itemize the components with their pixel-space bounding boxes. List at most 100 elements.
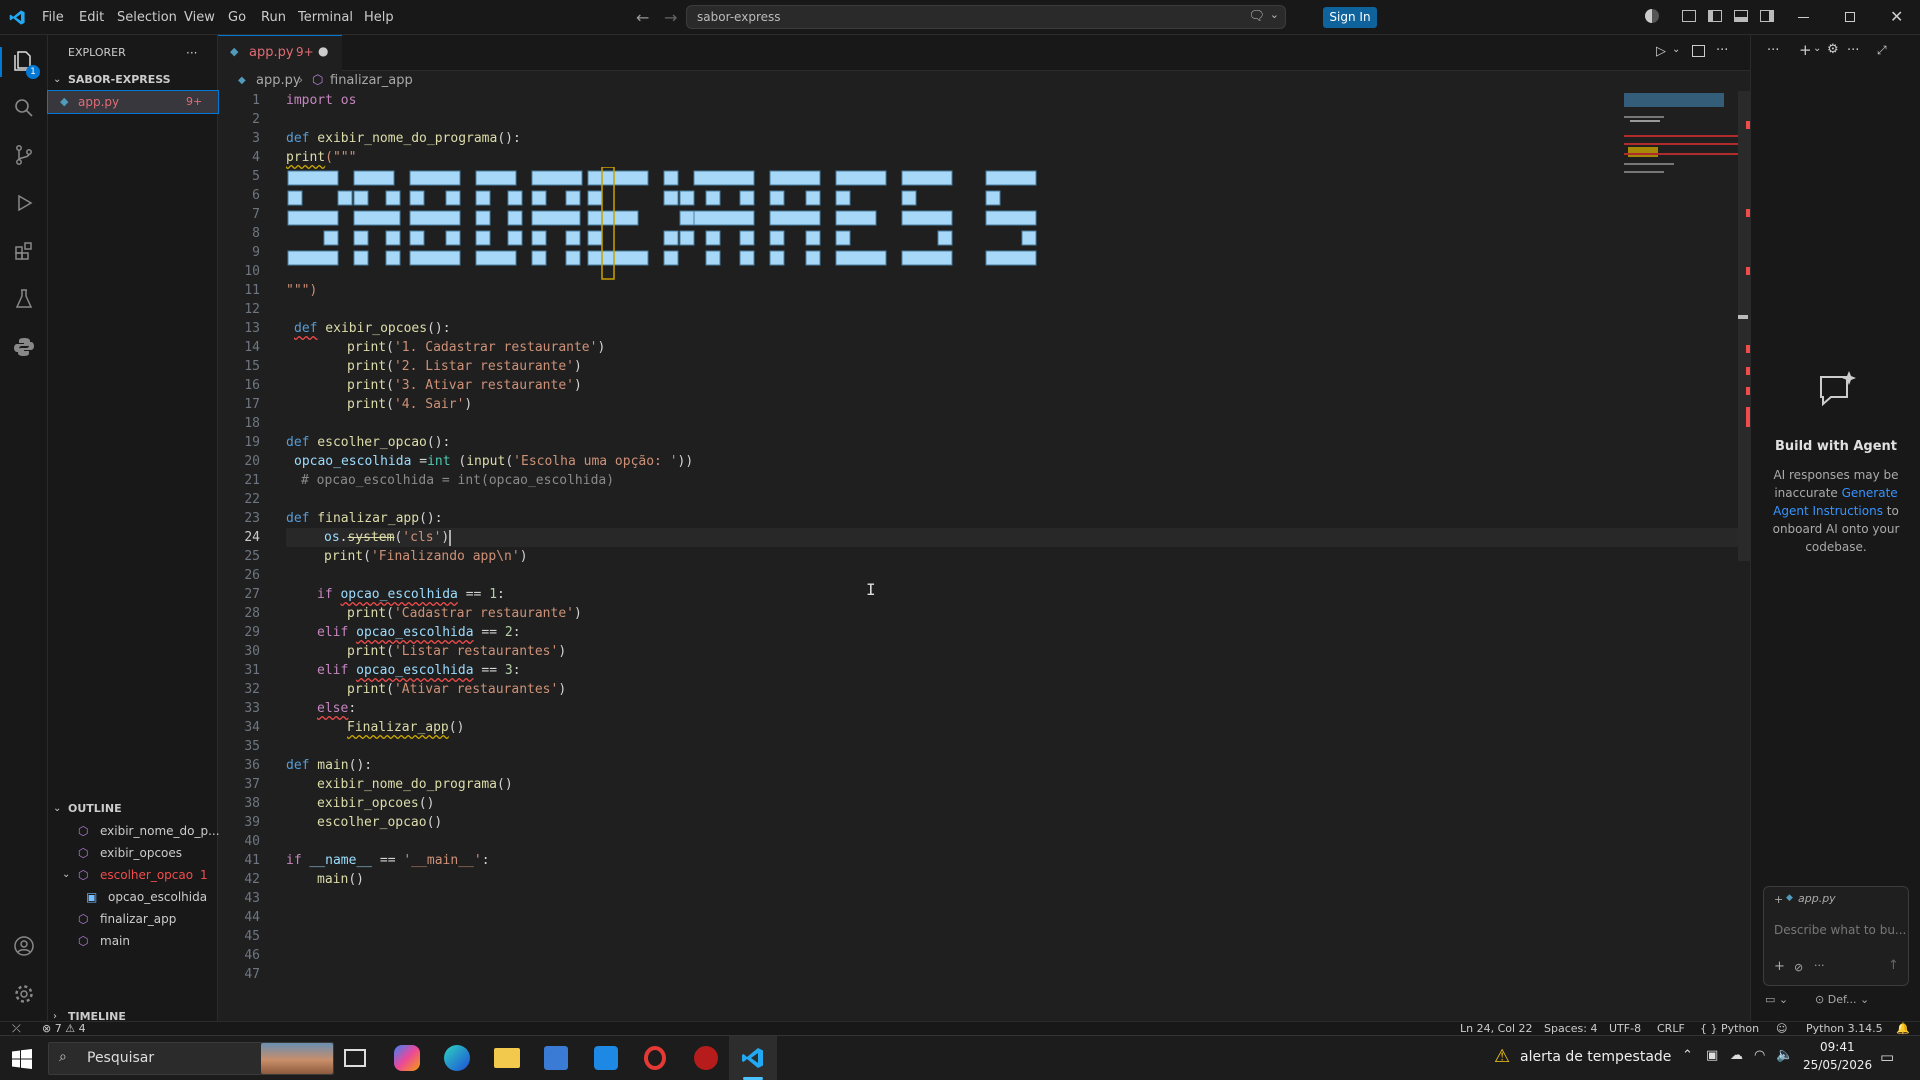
notifications-bell-icon[interactable]: 🔔 [1896, 1022, 1910, 1036]
menu-view[interactable]: View [184, 0, 215, 35]
menu-go[interactable]: Go [228, 0, 246, 35]
outline-item[interactable]: ⬡ exibir_nome_do_p... [48, 820, 220, 842]
menu-selection[interactable]: Selection [117, 0, 177, 35]
red-app-icon[interactable] [694, 1046, 718, 1070]
meet-now-icon[interactable]: ▣ [1706, 1048, 1718, 1063]
extensions-icon[interactable] [12, 239, 36, 263]
code-text: 1 [489, 587, 498, 602]
outline-item[interactable]: ⌄ ⬡ escolher_opcao 1 [48, 864, 218, 886]
maximize-icon[interactable]: ⤢ [1877, 43, 1887, 58]
code-editor[interactable]: 1 2 3 4 5 6 7 8 9 10 11 12 13 14 15 16 17 18 19 20 21 22 23 24 2… [218, 91, 1832, 1021]
testing-icon[interactable] [12, 287, 36, 311]
run-debug-icon[interactable] [12, 191, 36, 215]
cursor-position[interactable]: Ln 24, Col 22 [1460, 1022, 1533, 1036]
chat-input-placeholder[interactable]: Describe what to bu... [1774, 923, 1906, 937]
menu-edit[interactable]: Edit [79, 0, 104, 35]
attach-plus-icon[interactable]: + [1774, 959, 1785, 974]
chevron-down-icon[interactable]: ⌄ [1270, 8, 1279, 21]
send-arrow-icon[interactable]: ↑ [1888, 958, 1899, 973]
vertical-scrollbar[interactable] [1738, 91, 1750, 561]
file-item-app-py[interactable]: ◆ app.py 9+ [47, 90, 219, 114]
remote-icon[interactable]: ⤫ [12, 1022, 21, 1036]
onedrive-cloud-icon[interactable]: ☁ [1730, 1048, 1743, 1063]
settings-gear-icon[interactable] [12, 982, 36, 1006]
toggle-secondary-sidebar-icon[interactable] [1760, 10, 1774, 22]
indentation[interactable]: Spaces: 4 [1544, 1022, 1597, 1036]
more-actions-icon[interactable]: ··· [1847, 43, 1859, 58]
wifi-icon[interactable]: ◠ [1754, 1048, 1765, 1063]
accounts-icon[interactable] [1645, 9, 1659, 23]
command-center-search[interactable]: sabor-express 🗨 ⌄ [686, 5, 1286, 29]
chevron-up-icon[interactable]: ⌃ [1682, 1048, 1693, 1063]
code-line: print('4. Sair') [347, 397, 473, 412]
tools-icon[interactable]: ⊘ [1794, 961, 1803, 974]
more-actions-icon[interactable]: ··· [1716, 43, 1728, 58]
restore-icon[interactable] [1845, 12, 1855, 22]
sign-in-button[interactable]: Sign In [1323, 7, 1377, 28]
opera-browser-icon[interactable] [644, 1046, 666, 1070]
clock-time[interactable]: 09:41 [1820, 1040, 1855, 1054]
outlook-icon[interactable] [594, 1046, 618, 1070]
settings-gear-icon[interactable]: ⚙ [1827, 42, 1839, 57]
outline-item[interactable]: ⬡ finalizar_app [48, 908, 218, 930]
context-file-chip[interactable]: app.py [1798, 892, 1836, 905]
menu-file[interactable]: File [42, 0, 64, 35]
forward-arrow-icon[interactable]: → [664, 8, 677, 27]
toggle-sidebar-icon[interactable] [1708, 10, 1722, 22]
weather-alert[interactable]: alerta de tempestade [1520, 1049, 1671, 1065]
toggle-panel-icon[interactable] [1734, 10, 1748, 22]
more-actions-icon[interactable]: ··· [186, 42, 197, 64]
copilot-app-icon[interactable] [394, 1045, 420, 1071]
minimap[interactable] [1622, 91, 1740, 191]
copilot-icon[interactable]: ☺ [1776, 1022, 1787, 1036]
run-python-icon[interactable]: ▷ [1656, 44, 1666, 59]
outline-item[interactable]: ▣ opcao_escolhida [48, 886, 218, 908]
encoding[interactable]: UTF-8 [1609, 1022, 1641, 1036]
close-icon[interactable]: ✕ [1890, 7, 1903, 26]
language-mode[interactable]: { } Python [1700, 1022, 1759, 1036]
breadcrumb-symbol[interactable]: finalizar_app [330, 71, 413, 91]
file-explorer-icon[interactable] [494, 1048, 520, 1068]
volume-icon[interactable]: 🔈 [1776, 1047, 1793, 1063]
account-icon[interactable] [12, 934, 36, 958]
outline-header[interactable]: ⌄ OUTLINE [48, 798, 218, 820]
device-icon[interactable]: ▭ ⌄ [1765, 993, 1788, 1006]
edge-browser-icon[interactable] [444, 1045, 470, 1071]
tab-app-py[interactable]: ◆ app.py 9+ ● [218, 35, 342, 71]
clock-date[interactable]: 25/05/2026 [1803, 1058, 1872, 1072]
new-chat-plus-icon[interactable]: + [1799, 41, 1812, 59]
mode-selector[interactable]: ⊙ Def... ⌄ [1815, 993, 1869, 1006]
menu-terminal[interactable]: Terminal [298, 0, 353, 35]
layout-customize-icon[interactable] [1682, 10, 1696, 22]
outline-item[interactable]: ⬡ exibir_opcoes [48, 842, 218, 864]
chevron-down-icon[interactable]: ⌄ [1672, 44, 1680, 55]
menu-help[interactable]: Help [364, 0, 394, 35]
python-icon[interactable] [12, 335, 36, 359]
search-icon[interactable] [12, 96, 36, 120]
chat-input-box[interactable]: + ◆ app.py Describe what to bu... + ⊘ ··… [1763, 886, 1909, 986]
back-arrow-icon[interactable]: ← [636, 8, 649, 27]
taskbar-search[interactable]: ⌕ Pesquisar [48, 1042, 334, 1075]
source-control-icon[interactable] [12, 143, 36, 167]
outline-item[interactable]: ⬡ main [48, 930, 218, 952]
vscode-taskbar-item[interactable] [729, 1036, 777, 1080]
more-actions-icon[interactable]: ··· [1767, 43, 1779, 58]
add-context-icon[interactable]: + [1774, 893, 1783, 906]
unsaved-dot-icon[interactable]: ● [318, 44, 328, 58]
minimize-icon[interactable] [1798, 17, 1809, 18]
more-actions-icon[interactable]: ··· [1814, 959, 1825, 972]
storm-warning-icon[interactable]: ⚠ [1494, 1046, 1510, 1067]
microsoft-store-icon[interactable] [544, 1046, 568, 1070]
problems-indicator[interactable]: ⊗ 7 ⚠ 4 [42, 1022, 86, 1036]
line-ending[interactable]: CRLF [1657, 1022, 1685, 1036]
project-folder[interactable]: ⌄ SABOR-EXPRESS [48, 69, 218, 91]
task-view-icon[interactable] [344, 1049, 366, 1067]
menu-run[interactable]: Run [261, 0, 286, 35]
chat-icon[interactable]: 🗨 [1248, 9, 1265, 24]
windows-start-icon[interactable] [12, 1049, 32, 1069]
notification-center-icon[interactable]: ▭ [1880, 1048, 1894, 1066]
python-interpreter[interactable]: Python 3.14.5 [1806, 1022, 1883, 1036]
chevron-down-icon[interactable]: ⌄ [1813, 43, 1821, 54]
split-editor-icon[interactable] [1692, 45, 1705, 57]
breadcrumb-file[interactable]: app.py [256, 71, 301, 91]
